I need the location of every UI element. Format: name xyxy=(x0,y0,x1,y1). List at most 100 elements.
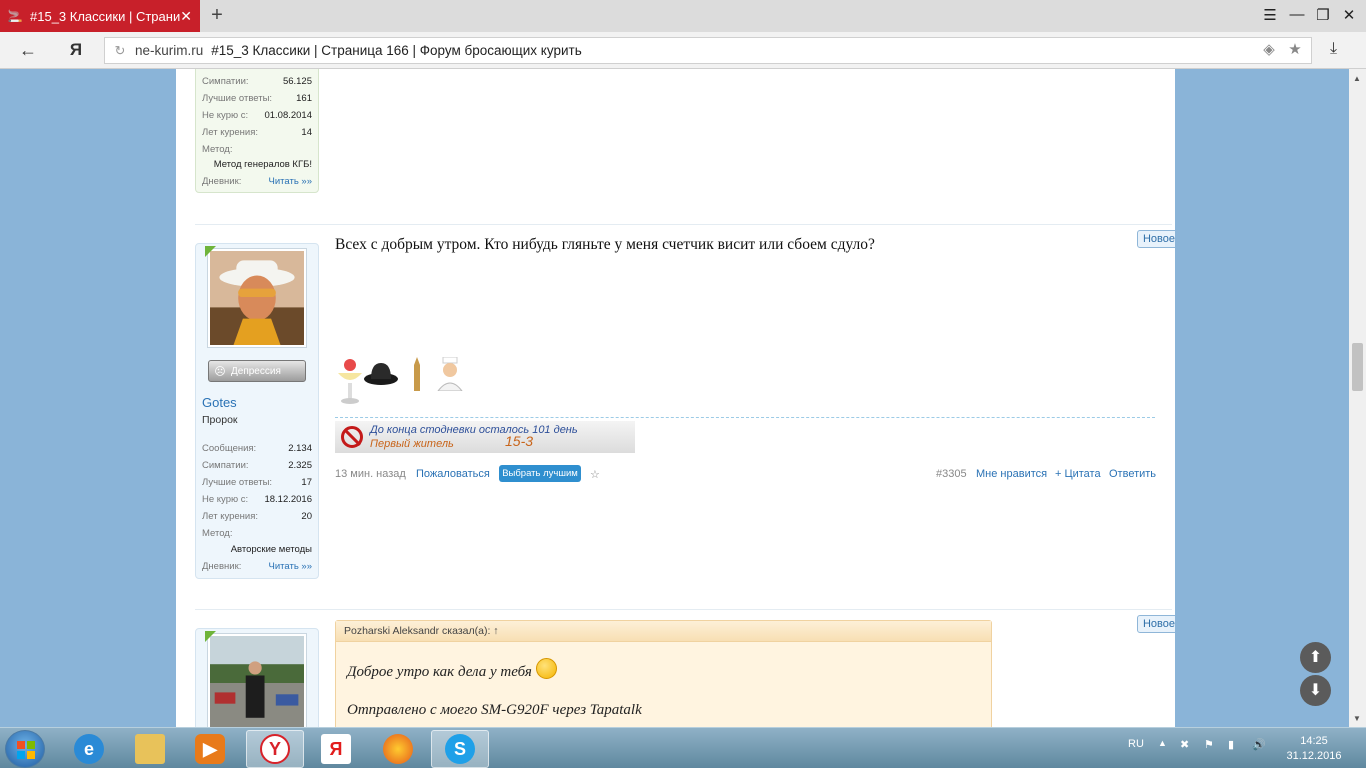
back-icon[interactable]: ← xyxy=(16,40,40,61)
taskbar-firefox[interactable] xyxy=(369,730,427,768)
diary-read-link[interactable]: Читать »» xyxy=(269,561,312,572)
user-title: Пророк xyxy=(202,414,238,426)
tower-trophy-icon[interactable] xyxy=(411,357,423,391)
language-indicator[interactable]: RU xyxy=(1128,738,1144,750)
scroll-thumb[interactable] xyxy=(1352,343,1363,391)
new-post-badge: Новое xyxy=(1137,615,1175,633)
tab-bar: 🚬 #15_3 Классики | Страни ✕ + ☰ — ❐ ✕ xyxy=(0,0,1366,32)
tray-app-icon[interactable]: ✖ xyxy=(1180,738,1189,751)
stat-row: Не курю с: 01.08.2014 xyxy=(202,110,312,121)
address-bar: ← Я ↻ ne-kurim.ru #15_3 Классики | Стран… xyxy=(0,32,1366,69)
network-icon[interactable]: ▮ xyxy=(1228,738,1234,751)
quote-link[interactable]: + Цитата xyxy=(1055,468,1101,480)
new-tab-button[interactable]: + xyxy=(206,4,228,26)
ice-cream-trophy-icon[interactable] xyxy=(335,357,365,405)
no-smoking-icon xyxy=(341,426,363,448)
bookmark-star-icon[interactable]: ★ xyxy=(1284,40,1306,58)
taskbar-explorer[interactable] xyxy=(121,730,179,768)
like-link[interactable]: Мне нравится xyxy=(976,468,1047,480)
scroll-up-icon[interactable]: ▲ xyxy=(1353,74,1361,83)
diary-row: Дневник: Читать »» xyxy=(202,561,312,572)
start-button[interactable] xyxy=(5,730,45,768)
signature-tag: 15-3 xyxy=(505,433,534,449)
avatar[interactable] xyxy=(207,248,307,348)
stat-row: Лучшие ответы: 161 xyxy=(202,93,312,104)
mood-badge: ☹ Депрессия xyxy=(208,360,306,382)
method-label: Метод: xyxy=(202,144,233,155)
quote-line: Отправлено с моего SM-G920F через Tapata… xyxy=(347,702,642,718)
username-link[interactable]: Gotes xyxy=(202,395,237,410)
yandex-icon: Я xyxy=(321,734,351,764)
reload-icon[interactable]: ↻ xyxy=(105,43,135,59)
report-link[interactable]: Пожаловаться xyxy=(416,468,490,480)
scroll-bottom-button[interactable]: ⬇ xyxy=(1300,675,1331,706)
tab-title: #15_3 Классики | Страни xyxy=(30,8,180,24)
favorite-star-icon[interactable]: ☆ xyxy=(590,468,600,481)
nurse-trophy-icon[interactable] xyxy=(435,356,465,392)
post-divider xyxy=(195,609,1172,610)
firefox-icon xyxy=(383,734,413,764)
scroll-top-button[interactable]: ⬆ xyxy=(1300,642,1331,673)
restore-icon[interactable]: ❐ xyxy=(1312,6,1334,24)
browser-tab[interactable]: 🚬 #15_3 Классики | Страни ✕ xyxy=(0,0,200,32)
yandex-logo-icon[interactable]: Я xyxy=(64,40,88,60)
user-pane-previous: Симпатии: 56.125 Лучшие ответы: 161 Не кур… xyxy=(195,69,319,193)
post-time[interactable]: 13 мин. назад xyxy=(335,468,406,480)
taskbar-ie[interactable]: e xyxy=(60,730,118,768)
url-domain: ne-kurim.ru xyxy=(135,43,204,58)
online-corner-icon xyxy=(205,246,216,257)
scroll-down-icon[interactable]: ▼ xyxy=(1353,714,1361,723)
url-page-title: #15_3 Классики | Страница 166 | Форум бр… xyxy=(211,43,582,58)
taskbar: e ▶ Y Я S RU ▲ ✖ ⚑ ▮ 🔊 14:25 31.12.2016 xyxy=(0,727,1366,768)
skype-icon: S xyxy=(445,734,475,764)
page-scrollbar[interactable]: ▲ ▼ xyxy=(1349,69,1366,727)
site-favicon-icon: 🚬 xyxy=(7,9,23,23)
signature-separator xyxy=(335,417,1155,418)
sad-face-icon: ☹ xyxy=(214,365,226,378)
user-pane-gotes: ☹ Депрессия Gotes Пророк Сообщения: 2.134… xyxy=(195,243,319,579)
method-label: Метод: xyxy=(202,528,233,539)
close-window-icon[interactable]: ✕ xyxy=(1338,6,1360,24)
best-answer-button[interactable]: Выбрать лучшим xyxy=(499,465,581,482)
stat-row: Лет курения: 14 xyxy=(202,127,312,138)
windows-logo-icon xyxy=(17,741,35,759)
user-pane-next xyxy=(195,628,319,727)
forum-page: Симпатии: 56.125 Лучшие ответы: 161 Не кур… xyxy=(176,69,1175,727)
stat-row: Не курю с: 18.12.2016 xyxy=(202,494,312,505)
post-message: Всех с добрым утром. Кто нибудь гляньте … xyxy=(335,236,875,253)
black-hat-trophy-icon[interactable] xyxy=(363,359,399,387)
url-field[interactable]: ↻ ne-kurim.ru #15_3 Классики | Страница … xyxy=(104,37,1312,64)
taskbar-skype[interactable]: S xyxy=(431,730,489,768)
method-value: Авторские методы xyxy=(230,544,312,555)
signature-banner: До конца стодневки осталось 101 день Пер… xyxy=(335,421,635,453)
online-corner-icon xyxy=(205,631,216,642)
protect-icon[interactable]: ◈ xyxy=(1258,40,1280,58)
tray-expand-icon[interactable]: ▲ xyxy=(1158,738,1167,748)
signature-line-2: Первый житель xyxy=(370,438,454,450)
stat-row: Лучшие ответы: 17 xyxy=(202,477,312,488)
close-tab-icon[interactable]: ✕ xyxy=(180,8,192,25)
taskbar-yandex-browser[interactable]: Y xyxy=(246,730,304,768)
quote-line: Доброе утро как дела у тебя xyxy=(347,658,557,681)
new-post-badge: Новое xyxy=(1137,230,1175,248)
avatar[interactable] xyxy=(207,633,307,727)
taskbar-yandex[interactable]: Я xyxy=(307,730,365,768)
smile-icon xyxy=(535,658,557,679)
menu-icon[interactable]: ☰ xyxy=(1259,6,1281,24)
post-number-link[interactable]: #3305 xyxy=(936,468,967,480)
diary-read-link[interactable]: Читать »» xyxy=(269,176,312,187)
internet-explorer-icon: e xyxy=(74,734,104,764)
system-clock[interactable]: 14:25 31.12.2016 xyxy=(1284,734,1344,764)
post-divider xyxy=(195,224,1172,225)
volume-icon[interactable]: 🔊 xyxy=(1252,738,1266,751)
taskbar-media-player[interactable]: ▶ xyxy=(181,730,239,768)
minimize-icon[interactable]: — xyxy=(1286,6,1308,23)
folder-icon xyxy=(135,734,165,764)
yandex-browser-icon: Y xyxy=(260,734,290,764)
reply-link[interactable]: Ответить xyxy=(1109,468,1156,480)
tray-flag-icon[interactable]: ⚑ xyxy=(1204,738,1214,751)
media-player-icon: ▶ xyxy=(195,734,225,764)
avatar-image xyxy=(210,251,304,345)
quote-header[interactable]: Pozharski Aleksandr сказал(а): ↑ xyxy=(336,621,991,642)
download-icon[interactable]: ⤓ xyxy=(1330,40,1337,58)
